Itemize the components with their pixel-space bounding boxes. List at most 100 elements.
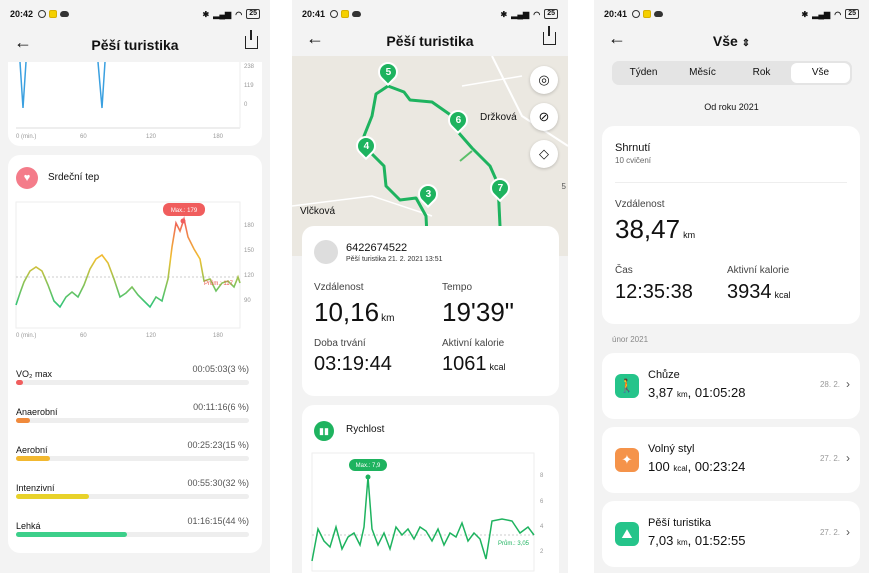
workout-subtitle: Pěší turistika 21. 2. 2021 13:51 (346, 256, 443, 263)
zone-row: Intenzivní 00:55:30(32 %) (16, 478, 249, 499)
workout-detail-screen-heart: 20:42 ✱ ▂▄▆ ◠ 25 ← Pěší turistika 238 119 0… (0, 0, 270, 573)
share-icon[interactable] (543, 26, 556, 45)
back-arrow-icon[interactable]: ← (608, 28, 626, 49)
signal-icon: ▂▄▆ (812, 9, 831, 19)
speed-line (311, 476, 535, 562)
history-screen: 20:41 ✱ ▂▄▆ ◠ 25 ← Vše ⇕ Týden Měsíc Rok Vš… (594, 0, 869, 573)
target-icon: ◎ (538, 72, 550, 87)
layers-icon: ◇ (539, 146, 549, 161)
x-tick: 0 (min.) (16, 134, 36, 140)
activity-item[interactable]: ✦ Volný styl 100 kcal, 00:23:24 27. 2. › (602, 427, 860, 493)
calories-value: 3934 kcal (727, 281, 791, 303)
stat-label: Tempo (442, 282, 473, 293)
app-notification-icon (643, 10, 652, 18)
share-icon[interactable] (245, 30, 258, 49)
y-tick: 90 (244, 298, 251, 304)
chart-spike-2 (97, 61, 106, 109)
x-tick: 180 (213, 134, 224, 140)
tab-week[interactable]: Týden (614, 63, 673, 83)
since-label: Od roku 2021 (704, 102, 759, 112)
zone-fill (16, 532, 127, 537)
time-label: Čas (615, 265, 633, 276)
stat-duration: Doba trvání 03:19:44 (314, 338, 392, 376)
x-tick: 120 (146, 134, 157, 140)
stat-label: Aktivní kalorie (442, 338, 505, 349)
summary-count: 10 cvičení (615, 156, 652, 165)
locate-button[interactable]: ◎ (530, 66, 558, 94)
stat-pace: Tempo 19'39" (442, 282, 514, 328)
zone-label: Lehká (16, 521, 41, 531)
zone-fill (16, 380, 23, 385)
chevron-right-icon: › (846, 377, 850, 391)
alarm-icon (330, 10, 339, 18)
max-label: Max.: 7,9 (356, 463, 381, 469)
cloud-icon (654, 11, 664, 17)
speed-chart: Max.: 7,9 Prům.: 3,05 8 6 4 2 (311, 452, 544, 572)
activity-date: 27. 2. (819, 454, 840, 463)
workout-detail-screen-map: 20:41 ✱ ▂▄▆ ◠ 25 ← Pěší turistika 5 6 4 3 7… (292, 0, 568, 573)
zone-track (16, 418, 249, 423)
elevation-chart-card: 238 119 0 0 (min.) 60 120 180 (8, 61, 262, 146)
stat-value: 19'39" (442, 297, 515, 327)
y-tick: 0 (244, 102, 248, 108)
wifi-icon: ◠ (533, 9, 541, 19)
back-arrow-icon[interactable]: ← (14, 32, 32, 53)
zone-fill (16, 456, 51, 461)
cloud-icon (60, 11, 70, 17)
zone-fill (16, 418, 30, 423)
x-tick: 180 (213, 333, 224, 339)
pin-off-icon: ⊘ (538, 109, 550, 124)
status-time: 20:42 (10, 9, 34, 19)
y-tick: 238 (244, 64, 255, 70)
tab-year[interactable]: Rok (732, 63, 791, 83)
stat-unit: kcal (489, 362, 506, 372)
activity-item[interactable]: ⛰ Pěší turistika 7,03 km, 01:52:55 27. 2. › (602, 501, 860, 567)
status-bar: 20:42 ✱ ▂▄▆ ◠ 25 (0, 0, 270, 28)
time-value: 12:35:38 (615, 281, 693, 303)
activity-values: 3,87 km, 01:05:28 (648, 385, 746, 400)
distance-label: Vzdálenost (615, 199, 665, 210)
tab-month[interactable]: Měsíc (673, 63, 732, 83)
battery-icon: 25 (246, 9, 260, 19)
page-title: Pěší turistika (91, 37, 179, 53)
period-title[interactable]: Vše ⇕ (713, 33, 750, 49)
zone-row: Aerobní 00:25:23(15 %) (16, 440, 249, 461)
avatar[interactable] (314, 240, 338, 264)
x-tick: 120 (146, 333, 157, 339)
y-tick: 8 (540, 473, 544, 479)
zone-value: 00:11:16(6 %) (193, 402, 249, 412)
zone-track (16, 456, 249, 461)
bluetooth-icon: ✱ (801, 9, 809, 19)
hiking-icon: ⛰ (615, 522, 639, 546)
activity-date: 28. 2. (819, 380, 840, 389)
cloud-icon (352, 11, 362, 17)
chart-bars-icon: ▮▮ (314, 421, 334, 441)
layers-button[interactable]: ◇ (530, 140, 558, 168)
zone-value: 00:25:23(15 %) (187, 440, 249, 450)
back-arrow-icon[interactable]: ← (306, 28, 324, 49)
heart-rate-line (15, 216, 241, 309)
zone-row: Anaerobní 00:11:16(6 %) (16, 402, 249, 423)
map-label: 5 (561, 182, 566, 191)
stat-value: 03:19:44 (314, 353, 392, 375)
map-label: Držková (480, 112, 517, 123)
card-title: Srdeční tep (48, 172, 100, 183)
y-tick: 120 (244, 273, 255, 279)
x-tick: 60 (80, 333, 87, 339)
chevron-right-icon: › (846, 525, 850, 539)
chevron-right-icon: › (846, 451, 850, 465)
tab-all[interactable]: Vše (791, 63, 850, 83)
period-tabs: Týden Měsíc Rok Vše (612, 61, 852, 85)
zone-fill (16, 494, 90, 499)
divider (615, 182, 847, 183)
y-tick: 4 (540, 524, 544, 530)
summary-title: Shrnutí (615, 142, 651, 154)
chart-spike-1 (19, 61, 27, 109)
zone-row: VO₂ max 00:05:03(3 %) (16, 364, 249, 385)
activity-name: Volný styl (648, 443, 695, 455)
stat-unit: km (381, 313, 395, 324)
alarm-icon (38, 10, 47, 18)
distance-value: 38,47 km (615, 214, 696, 244)
hide-route-button[interactable]: ⊘ (530, 103, 558, 131)
activity-item[interactable]: 🚶 Chůze 3,87 km, 01:05:28 28. 2. › (602, 353, 860, 419)
